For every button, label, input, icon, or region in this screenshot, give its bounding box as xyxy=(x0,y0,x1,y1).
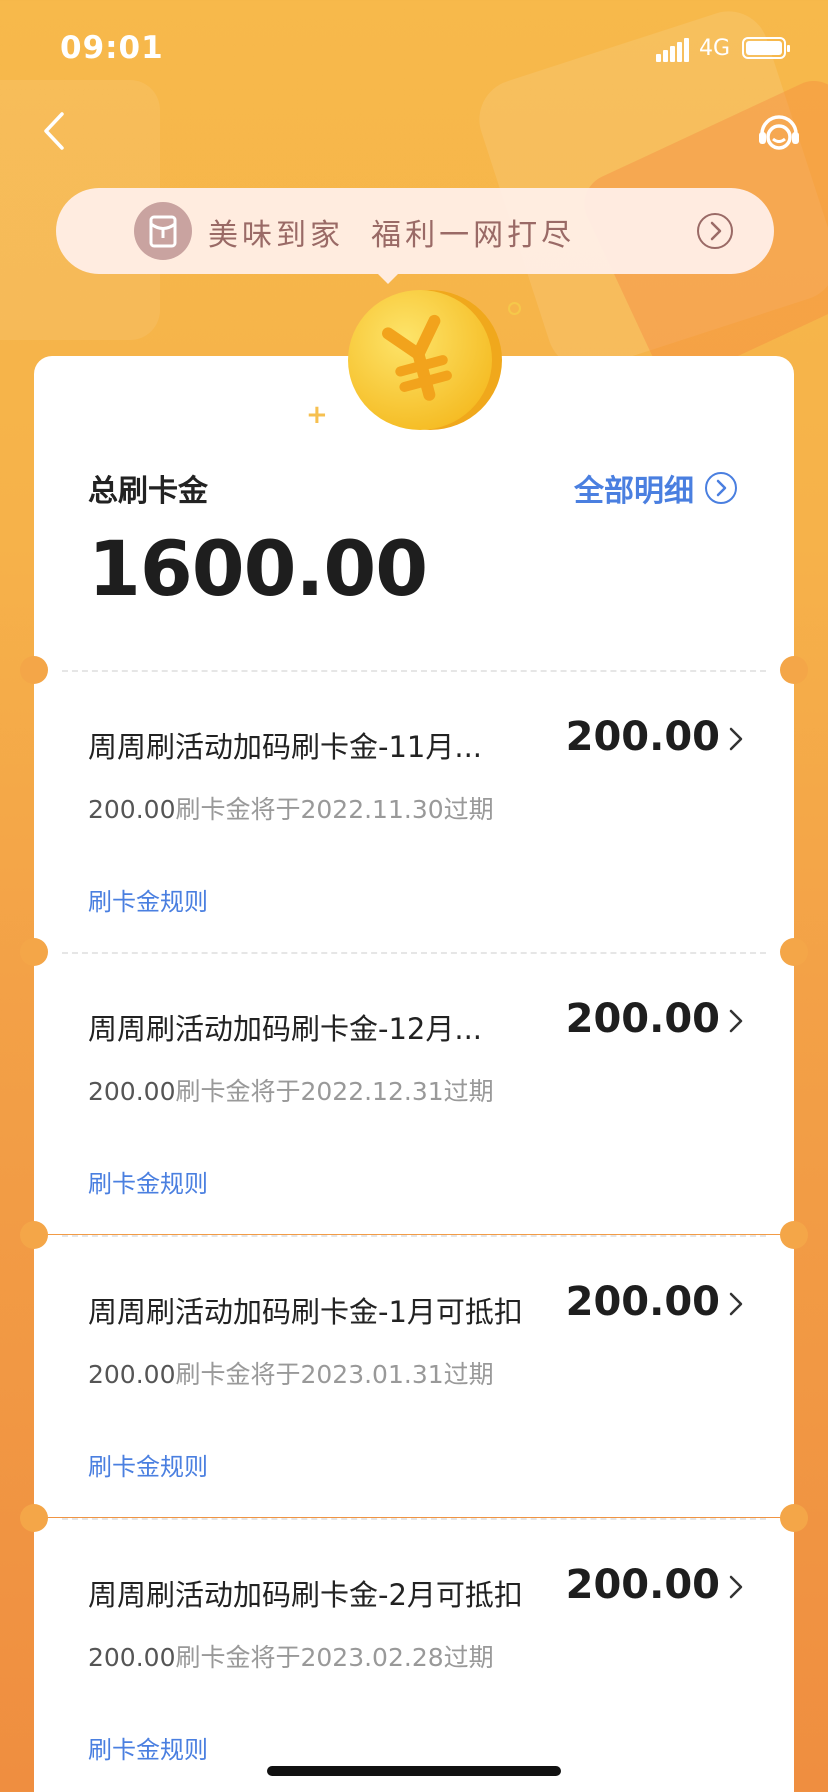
item-title: 周周刷活动加码刷卡金-12月... xyxy=(88,1012,483,1046)
decoration-dot xyxy=(508,302,521,315)
banner-text: 美味到家 福利一网打尽 xyxy=(208,218,576,253)
divider xyxy=(62,952,766,954)
ticket-notch xyxy=(20,1504,48,1532)
list-item[interactable]: 周周刷活动加码刷卡金-1月可抵扣 200.00 200.00刷卡金将于2023.… xyxy=(20,1221,808,1517)
item-expiry-amount: 200.00 xyxy=(88,1077,176,1106)
item-expiry-amount: 200.00 xyxy=(88,795,176,824)
rules-link[interactable]: 刷卡金规则 xyxy=(88,1730,208,1765)
item-expiry: 200.00刷卡金将于2023.02.28过期 xyxy=(88,1638,494,1674)
item-expiry-text: 刷卡金将于2023.01.31过期 xyxy=(175,1360,494,1389)
ticket-notch xyxy=(780,1504,808,1532)
all-details-label: 全部明细 xyxy=(574,474,694,509)
ticket-notch xyxy=(780,1221,808,1249)
ticket-notch xyxy=(780,938,808,966)
item-expiry-text: 刷卡金将于2023.02.28过期 xyxy=(175,1643,494,1672)
chevron-right-circle-icon xyxy=(705,472,737,504)
summary-label: 总刷卡金 xyxy=(88,474,208,509)
rules-link[interactable]: 刷卡金规则 xyxy=(88,1447,208,1482)
divider xyxy=(62,1235,766,1237)
item-amount: 200.00 xyxy=(565,714,720,760)
item-expiry-text: 刷卡金将于2022.11.30过期 xyxy=(175,795,494,824)
home-indicator[interactable] xyxy=(267,1766,561,1776)
item-expiry-text: 刷卡金将于2022.12.31过期 xyxy=(175,1077,494,1106)
promo-banner[interactable]: 美味到家 福利一网打尽 xyxy=(56,188,774,284)
chevron-right-icon xyxy=(729,1575,743,1599)
item-expiry: 200.00刷卡金将于2022.11.30过期 xyxy=(88,790,494,826)
status-time: 09:01 xyxy=(60,30,164,66)
item-expiry-amount: 200.00 xyxy=(88,1643,176,1672)
coin-icon xyxy=(348,290,502,430)
item-title: 周周刷活动加码刷卡金-11月... xyxy=(88,730,483,764)
chevron-right-icon xyxy=(729,1009,743,1033)
item-expiry: 200.00刷卡金将于2022.12.31过期 xyxy=(88,1072,494,1108)
back-icon[interactable] xyxy=(36,106,76,156)
rules-link[interactable]: 刷卡金规则 xyxy=(88,1164,208,1199)
ticket-notch xyxy=(20,656,48,684)
item-expiry-amount: 200.00 xyxy=(88,1360,176,1389)
battery-icon xyxy=(742,37,790,59)
red-envelope-icon xyxy=(134,202,192,260)
customer-service-icon[interactable] xyxy=(754,108,804,158)
divider xyxy=(62,670,766,672)
item-expiry: 200.00刷卡金将于2023.01.31过期 xyxy=(88,1355,494,1391)
ticket-notch xyxy=(20,1221,48,1249)
ticket-notch xyxy=(780,656,808,684)
divider xyxy=(62,1518,766,1520)
item-amount: 200.00 xyxy=(565,1562,720,1608)
all-details-link[interactable]: 全部明细 xyxy=(574,466,738,510)
item-amount: 200.00 xyxy=(565,1279,720,1325)
rules-link[interactable]: 刷卡金规则 xyxy=(88,882,208,917)
total-amount: 1600.00 xyxy=(88,524,428,613)
list-item[interactable]: 周周刷活动加码刷卡金-11月... 200.00 200.00刷卡金将于2022… xyxy=(20,656,808,952)
list-item[interactable]: 周周刷活动加码刷卡金-12月... 200.00 200.00刷卡金将于2022… xyxy=(20,938,808,1234)
network-type: 4G xyxy=(699,36,731,61)
list-item[interactable]: 周周刷活动加码刷卡金-2月可抵扣 200.00 200.00刷卡金将于2023.… xyxy=(20,1504,808,1792)
sparkle-icon: + xyxy=(306,400,328,430)
signal-icon xyxy=(656,38,689,62)
chevron-right-icon xyxy=(729,1292,743,1316)
ticket-notch xyxy=(20,938,48,966)
item-title: 周周刷活动加码刷卡金-2月可抵扣 xyxy=(88,1578,523,1612)
item-title: 周周刷活动加码刷卡金-1月可抵扣 xyxy=(88,1295,523,1329)
chevron-right-circle-icon xyxy=(697,213,733,249)
chevron-right-icon xyxy=(729,727,743,751)
status-bar: 09:01 4G xyxy=(0,0,828,96)
item-amount: 200.00 xyxy=(565,996,720,1042)
